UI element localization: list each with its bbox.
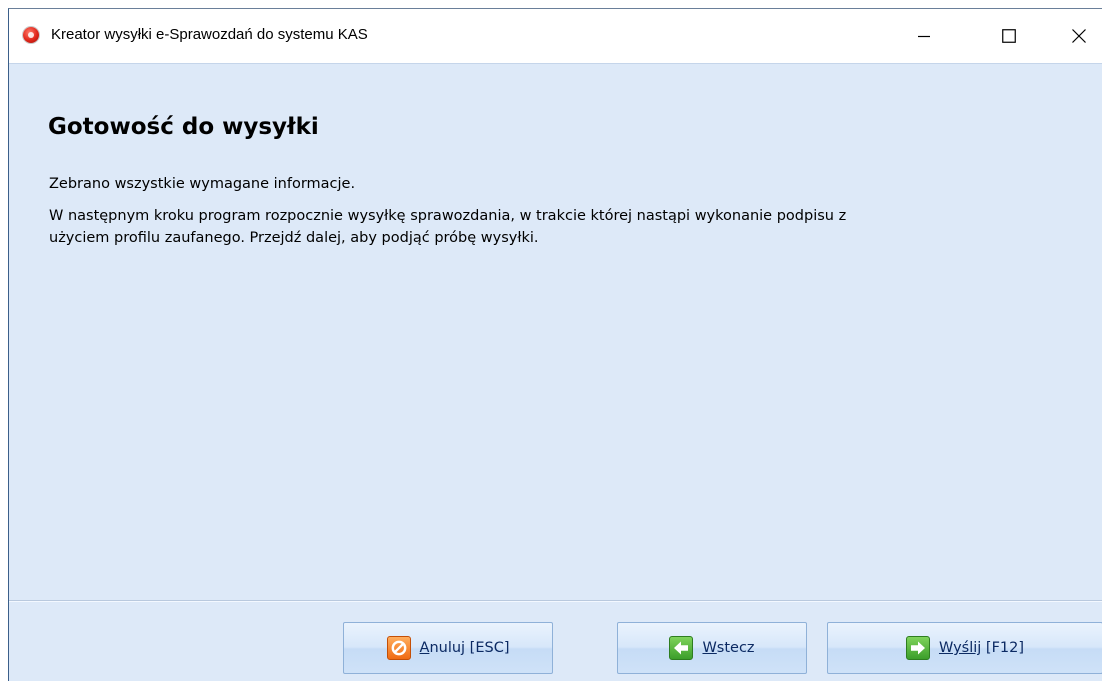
page-title: Gotowość do wysyłki xyxy=(48,114,319,140)
maximize-button[interactable] xyxy=(986,9,1032,63)
title-bar[interactable]: Kreator wysyłki e-Sprawozdań do systemu … xyxy=(9,9,1102,63)
close-icon xyxy=(1072,29,1086,43)
send-button-label: Wyślij [F12] xyxy=(938,640,1025,656)
info-text-next-step: W następnym kroku program rozpocznie wys… xyxy=(49,208,847,224)
close-button[interactable] xyxy=(1056,9,1102,63)
send-button[interactable]: Wyślij [F12] xyxy=(827,622,1102,674)
info-text-collected: Zebrano wszystkie wymagane informacje. xyxy=(49,176,356,192)
footer-divider xyxy=(9,600,1102,601)
wizard-window: Kreator wysyłki e-Sprawozdań do systemu … xyxy=(8,8,1102,681)
window-title: Kreator wysyłki e-Sprawozdań do systemu … xyxy=(51,26,368,43)
cancel-button-label: Anuluj [ESC] xyxy=(419,640,510,656)
wizard-page: Gotowość do wysyłki Zebrano wszystkie wy… xyxy=(9,63,1102,681)
maximize-icon xyxy=(1002,29,1016,43)
minimize-icon xyxy=(918,35,930,38)
arrow-left-icon xyxy=(669,636,694,660)
back-button[interactable]: Wstecz xyxy=(617,622,807,674)
info-text-next-step-cont: użyciem profilu zaufanego. Przejdź dalej… xyxy=(49,230,539,246)
back-button-label: Wstecz xyxy=(702,640,755,656)
cancel-icon xyxy=(386,636,411,660)
cancel-button[interactable]: Anuluj [ESC] xyxy=(343,622,553,674)
app-icon xyxy=(23,27,39,43)
minimize-button[interactable] xyxy=(901,9,947,63)
arrow-right-icon xyxy=(905,636,930,660)
